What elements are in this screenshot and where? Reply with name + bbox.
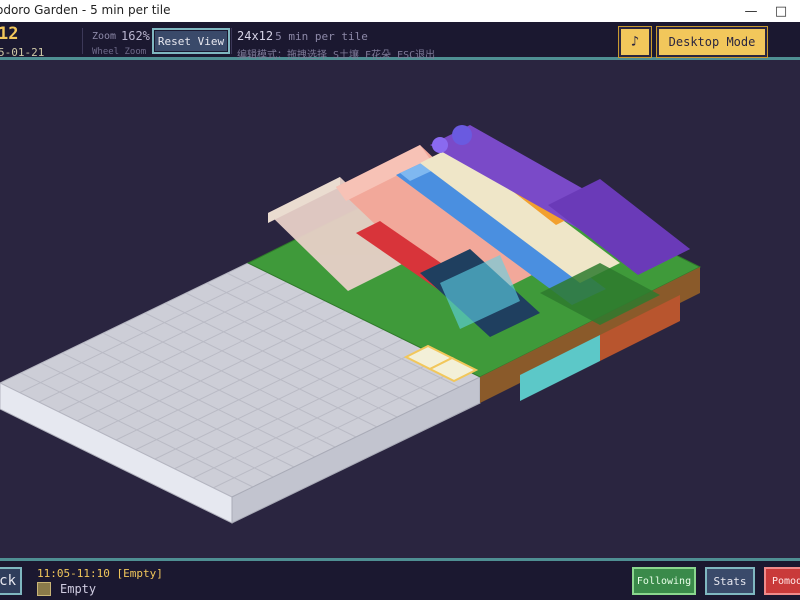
per-tile-label: 5 min per tile [275,30,368,43]
maximize-icon[interactable]: □ [765,0,797,22]
zoom-label: Zoom [92,31,117,42]
following-button[interactable]: Following [632,567,696,595]
zoom-value: 162% [121,29,150,43]
wheel-zoom-hint: Wheel Zoom [92,47,147,57]
stats-button[interactable]: Stats [705,567,755,595]
pomodoro-button[interactable]: Pomodo [764,567,800,595]
grid-size-info: 24x12 5 min per tile [237,29,368,43]
clock-time: 12 [0,24,19,44]
reset-view-button[interactable]: Reset View [152,28,230,54]
clock-date: 5-01-21 [0,46,45,59]
back-button[interactable]: ck [0,567,22,595]
desktop-mode-button[interactable]: Desktop Mode [657,27,767,57]
grid-size-value: 24x12 [237,29,274,43]
minimize-icon[interactable]: — [735,0,767,22]
music-note-icon: ♪ [630,34,640,50]
garden-canvas[interactable] [0,63,800,558]
time-slot-info: 11:05-11:10 [Empty] [37,567,163,580]
slot-status: Empty [60,582,97,596]
bottom-toolbar: ck 11:05-11:10 [Empty] Empty Following S… [0,558,800,600]
window-title-bar: odoro Garden - 5 min per tile — □ [0,0,800,23]
edit-mode-hint: 编辑模式：拖拽选择 S土壤 F花朵 ESC退出 [237,50,436,61]
divider [82,28,83,54]
window-title: odoro Garden - 5 min per tile [0,3,171,17]
top-toolbar: 12 5-01-21 Zoom 162% Wheel Zoom Reset Vi… [0,22,800,61]
divider [231,28,232,54]
garden-scene[interactable] [0,63,800,558]
slot-tile-icon [37,582,51,596]
music-toggle-button[interactable]: ♪ [619,27,651,57]
